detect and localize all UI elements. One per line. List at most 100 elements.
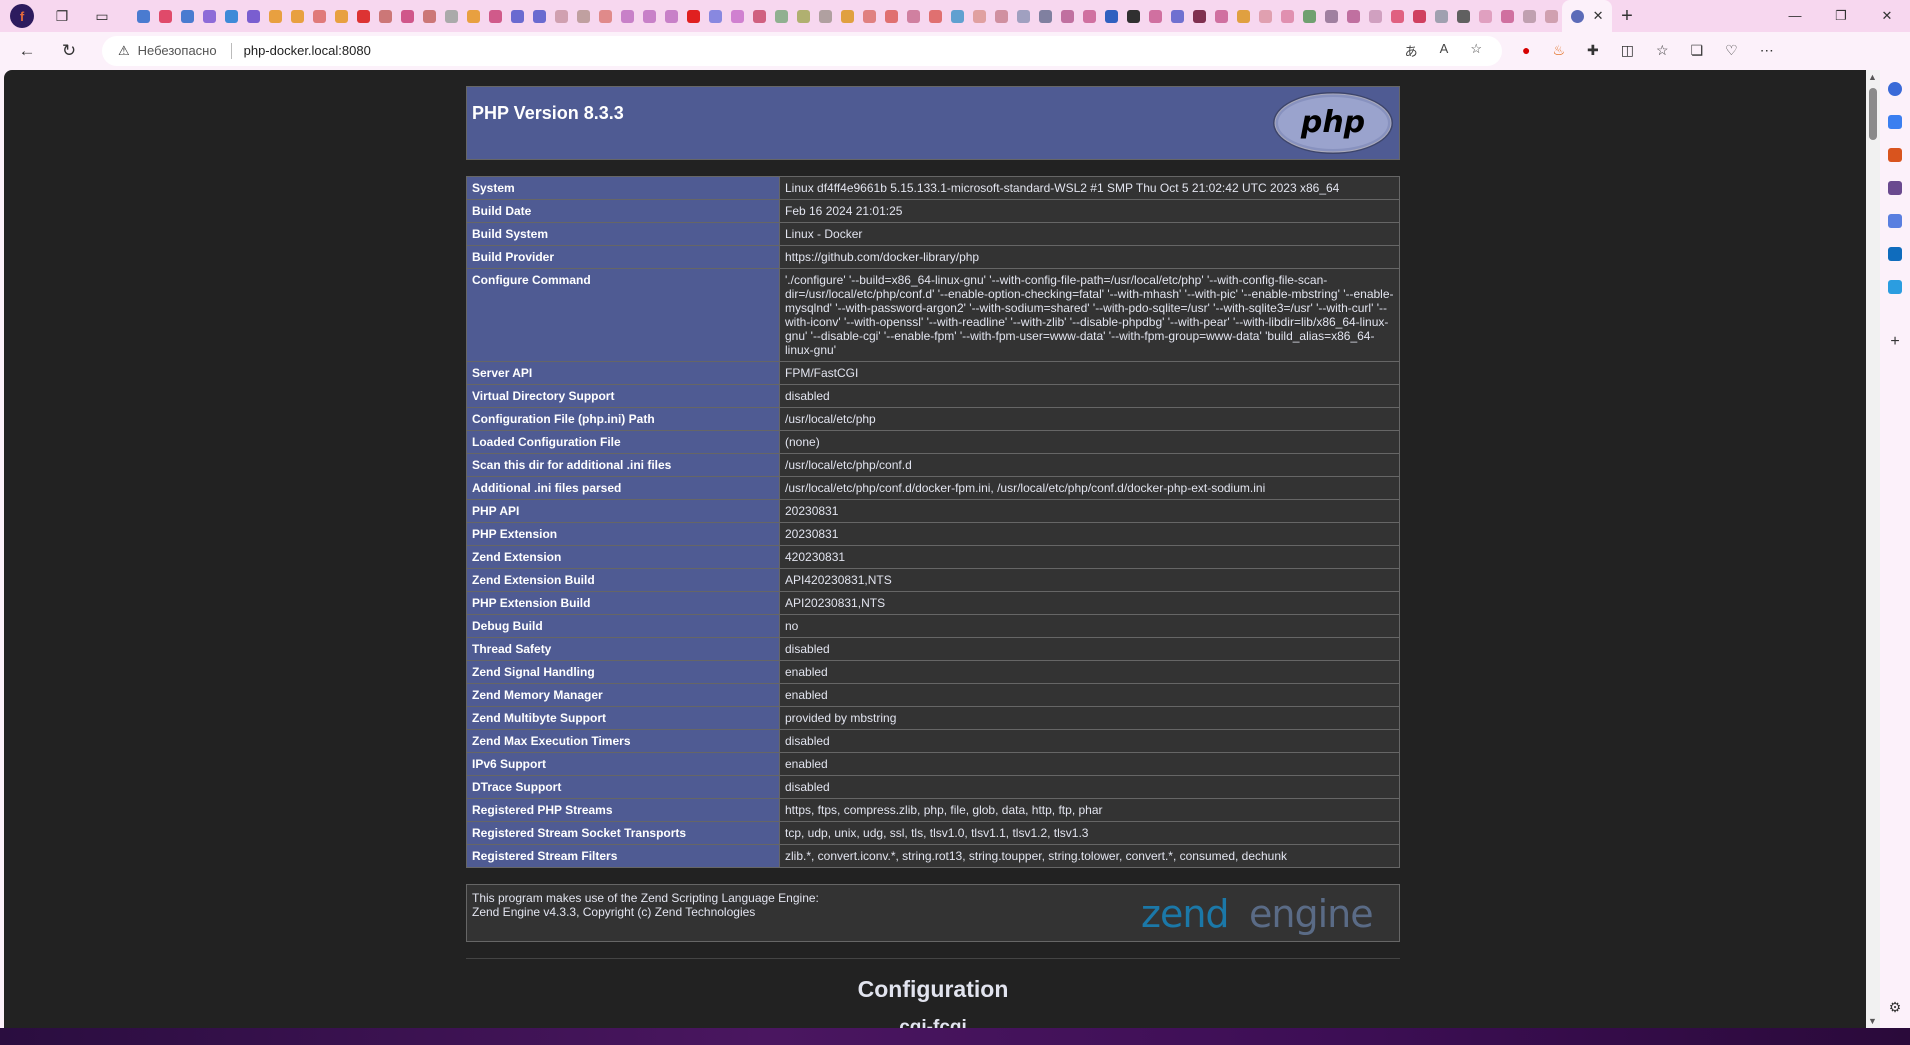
- warning-icon[interactable]: ⚠: [118, 43, 130, 59]
- favorite-star-icon[interactable]: ☆: [1470, 41, 1482, 60]
- tab-favicon[interactable]: [550, 0, 572, 32]
- tab-favicon[interactable]: [946, 0, 968, 32]
- tab-favicon[interactable]: [374, 0, 396, 32]
- tab-favicon[interactable]: [462, 0, 484, 32]
- tab-favicon[interactable]: [616, 0, 638, 32]
- outlook-icon[interactable]: [1888, 247, 1902, 261]
- split-screen-icon[interactable]: ◫: [1621, 42, 1634, 59]
- new-tab-button[interactable]: +: [1612, 5, 1642, 28]
- tab-favicon[interactable]: [1276, 0, 1298, 32]
- tab-favicon[interactable]: [792, 0, 814, 32]
- tab-favicon[interactable]: [836, 0, 858, 32]
- tab-favicon[interactable]: [352, 0, 374, 32]
- tab-favicon[interactable]: [880, 0, 902, 32]
- tab-favicon[interactable]: [418, 0, 440, 32]
- shopping-tag-icon[interactable]: [1888, 115, 1902, 129]
- tab-favicon[interactable]: [770, 0, 792, 32]
- tab-actions-icon[interactable]: ▭: [89, 5, 115, 27]
- tab-favicon[interactable]: [308, 0, 330, 32]
- tab-favicon[interactable]: [1210, 0, 1232, 32]
- tab-favicon[interactable]: [1056, 0, 1078, 32]
- url-text[interactable]: php-docker.local:8080: [244, 43, 371, 58]
- tab-favicon[interactable]: [1386, 0, 1408, 32]
- minimize-icon[interactable]: —: [1772, 8, 1818, 24]
- tab-favicon[interactable]: [506, 0, 528, 32]
- tab-favicon[interactable]: [660, 0, 682, 32]
- tab-favicon[interactable]: [1518, 0, 1540, 32]
- tab-favicon[interactable]: [594, 0, 616, 32]
- tools-icon[interactable]: [1888, 148, 1902, 162]
- tab-favicon[interactable]: [1298, 0, 1320, 32]
- tab-favicon[interactable]: [1496, 0, 1518, 32]
- tab-favicon[interactable]: [814, 0, 836, 32]
- add-sidebar-app-icon[interactable]: +: [1890, 333, 1899, 351]
- tab-favicon[interactable]: [572, 0, 594, 32]
- tab-favicon[interactable]: [286, 0, 308, 32]
- favorites-icon[interactable]: ☆: [1656, 42, 1669, 59]
- copilot-icon[interactable]: [1888, 214, 1902, 228]
- tab-favicon[interactable]: [1188, 0, 1210, 32]
- read-aloud-icon[interactable]: A: [1440, 41, 1449, 60]
- tab-favicon[interactable]: [484, 0, 506, 32]
- tab-favicon[interactable]: [1320, 0, 1342, 32]
- tab-favicon[interactable]: [748, 0, 770, 32]
- page-scrollbar[interactable]: ▲ ▼: [1866, 70, 1880, 1028]
- search-icon[interactable]: [1888, 82, 1902, 96]
- close-window-icon[interactable]: ✕: [1864, 8, 1910, 24]
- tab-favicon[interactable]: [1100, 0, 1122, 32]
- tab-favicon[interactable]: [1078, 0, 1100, 32]
- address-bar[interactable]: ⚠ Небезопасно php-docker.local:8080 あ A …: [102, 35, 1502, 66]
- tab-favicon[interactable]: [990, 0, 1012, 32]
- tab-favicon[interactable]: [242, 0, 264, 32]
- tab-favicon[interactable]: [1144, 0, 1166, 32]
- restore-icon[interactable]: ❐: [1818, 8, 1864, 24]
- tab-favicon[interactable]: [1122, 0, 1144, 32]
- tab-favicon[interactable]: [902, 0, 924, 32]
- tab-favicon[interactable]: [726, 0, 748, 32]
- games-icon[interactable]: [1888, 181, 1902, 195]
- scroll-up-icon[interactable]: ▲: [1868, 72, 1877, 82]
- tab-favicon[interactable]: [154, 0, 176, 32]
- performance-icon[interactable]: ♡: [1725, 42, 1738, 59]
- tab-favicon[interactable]: [264, 0, 286, 32]
- tab-favicon[interactable]: [1474, 0, 1496, 32]
- tab-favicon[interactable]: [638, 0, 660, 32]
- tab-favicon[interactable]: [924, 0, 946, 32]
- adblock-extension-icon[interactable]: ●: [1522, 42, 1530, 59]
- tab-favicon[interactable]: [1034, 0, 1056, 32]
- translate-icon[interactable]: あ: [1405, 41, 1418, 60]
- tab-favicon[interactable]: [1364, 0, 1386, 32]
- tab-favicon[interactable]: [968, 0, 990, 32]
- profile-avatar[interactable]: f: [10, 4, 34, 28]
- workspaces-icon[interactable]: ❐: [49, 5, 75, 27]
- refresh-icon[interactable]: ↻: [54, 36, 84, 66]
- scroll-down-icon[interactable]: ▼: [1868, 1016, 1877, 1026]
- back-icon[interactable]: ←: [12, 36, 42, 66]
- tab-favicon[interactable]: [220, 0, 242, 32]
- tab-favicon[interactable]: [704, 0, 726, 32]
- tab-favicon[interactable]: [330, 0, 352, 32]
- tab-favicon[interactable]: [440, 0, 462, 32]
- tab-favicon[interactable]: [1012, 0, 1034, 32]
- tab-favicon[interactable]: [132, 0, 154, 32]
- sidebar-settings-icon[interactable]: ⚙: [1889, 999, 1902, 1016]
- scrollbar-thumb[interactable]: [1869, 88, 1877, 140]
- fire-extension-icon[interactable]: ♨: [1552, 42, 1565, 59]
- security-label[interactable]: Небезопасно: [138, 43, 217, 58]
- extensions-icon[interactable]: ✚: [1587, 42, 1599, 59]
- tab-favicon[interactable]: [1540, 0, 1562, 32]
- tab-favicon[interactable]: [1232, 0, 1254, 32]
- more-menu-icon[interactable]: ⋯: [1760, 42, 1774, 59]
- send-icon[interactable]: [1888, 280, 1902, 294]
- tab-favicon[interactable]: [1342, 0, 1364, 32]
- tab-favicon[interactable]: [1430, 0, 1452, 32]
- tab-favicon[interactable]: [1408, 0, 1430, 32]
- tab-active[interactable]: ✕: [1562, 0, 1612, 32]
- tab-favicon[interactable]: [1166, 0, 1188, 32]
- tab-favicon[interactable]: [396, 0, 418, 32]
- tab-favicon[interactable]: [1452, 0, 1474, 32]
- tab-favicon[interactable]: [858, 0, 880, 32]
- tab-close-icon[interactable]: ✕: [1593, 8, 1604, 24]
- tab-favicon[interactable]: [682, 0, 704, 32]
- tab-favicon[interactable]: [528, 0, 550, 32]
